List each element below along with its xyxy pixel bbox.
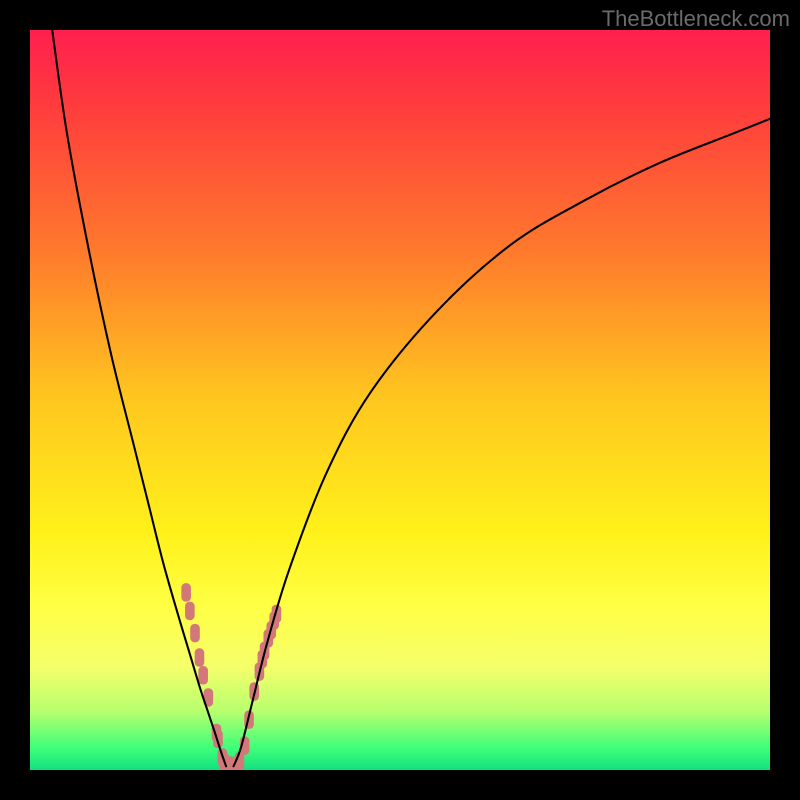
chart-frame: TheBottleneck.com: [0, 0, 800, 800]
watermark-text: TheBottleneck.com: [602, 6, 790, 32]
sample-marker: [198, 666, 208, 685]
sample-marker: [190, 624, 200, 643]
sample-marker: [181, 583, 191, 602]
curve-layer: [30, 30, 770, 770]
plot-area: [30, 30, 770, 770]
sample-marker: [195, 648, 205, 667]
right-branch-curve: [234, 119, 771, 767]
sample-marker: [185, 602, 195, 621]
